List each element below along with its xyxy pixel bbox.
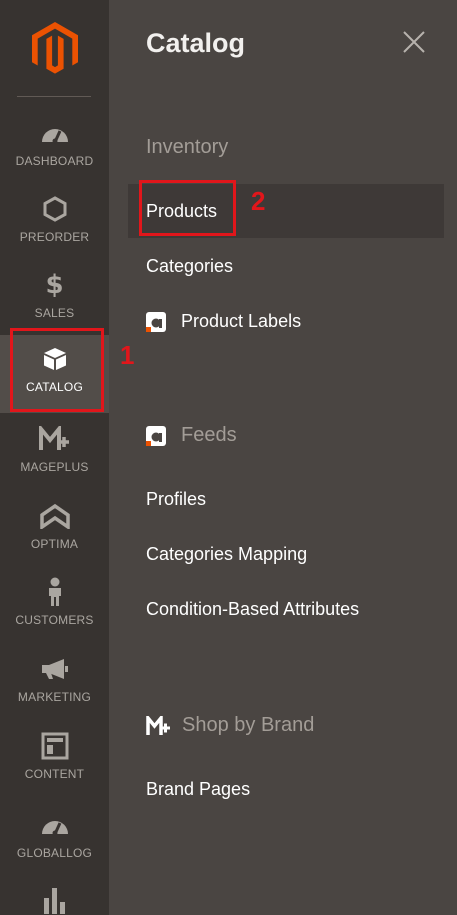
dollar-icon: $ — [45, 270, 64, 300]
nav-label: MAGEPLUS — [20, 460, 89, 474]
highlight-box-catalog — [10, 328, 104, 412]
gauge-icon — [40, 810, 70, 840]
magento-logo[interactable] — [0, 22, 109, 78]
optima-icon — [39, 501, 71, 531]
menu-item-label: Product Labels — [181, 311, 302, 331]
megaphone-icon — [40, 654, 70, 684]
menu-item-brand-pages[interactable]: Brand Pages — [146, 779, 250, 800]
nav-label: SALES — [34, 306, 75, 320]
nav-label: GLOBALLOG — [16, 846, 93, 860]
step-number-2: 2 — [251, 186, 266, 216]
section-title-inventory: Inventory — [146, 136, 229, 158]
nav-label: CUSTOMERS — [15, 613, 94, 627]
mageplus-icon — [146, 715, 170, 735]
nav-item-customers[interactable]: CUSTOMERS — [0, 573, 109, 643]
nav-item-optima[interactable]: OPTIMA — [0, 497, 109, 567]
gauge-icon — [40, 118, 70, 148]
close-icon — [403, 31, 425, 53]
nav-item-marketing[interactable]: MARKETING — [0, 650, 109, 720]
close-button[interactable] — [402, 30, 426, 54]
hexagon-icon — [43, 194, 67, 224]
highlight-box-products — [139, 180, 236, 236]
menu-item-condition-based-attributes[interactable]: Condition-Based Attributes — [146, 599, 359, 620]
mageplus-icon — [38, 424, 71, 454]
nav-label: DASHBOARD — [15, 154, 94, 168]
nav-item-globallog[interactable]: GLOBALLOG — [0, 806, 109, 876]
layout-icon — [41, 731, 69, 761]
nav-item-reports[interactable] — [0, 880, 109, 915]
menu-item-categories[interactable]: Categories — [146, 256, 233, 277]
bar-chart-icon — [42, 884, 68, 914]
nav-item-mageplus[interactable]: MAGEPLUS — [0, 420, 109, 490]
nav-label: MARKETING — [17, 690, 92, 704]
nav-item-sales[interactable]: $ SALES — [0, 266, 109, 336]
logo-divider — [17, 96, 91, 97]
nav-item-dashboard[interactable]: DASHBOARD — [0, 114, 109, 184]
magento-logo-icon — [31, 22, 78, 74]
nav-item-content[interactable]: CONTENT — [0, 727, 109, 797]
nav-label: PREORDER — [19, 230, 90, 244]
menu-item-profiles[interactable]: Profiles — [146, 489, 206, 510]
nav-label: OPTIMA — [30, 537, 79, 551]
admin-nav-rail: DASHBOARD PREORDER $ SALES CATALOG MAGEP… — [0, 0, 109, 915]
nav-label: CONTENT — [24, 767, 85, 781]
amasty-logo-icon — [146, 425, 166, 446]
section-title-label: Shop by Brand — [182, 714, 315, 736]
section-title-shop-by-brand: Shop by Brand — [146, 714, 314, 737]
section-title-label: Feeds — [181, 424, 237, 446]
section-title-feeds: Feeds — [146, 424, 237, 447]
catalog-flyout-panel: Catalog Inventory Products Categories Pr… — [109, 0, 457, 915]
menu-item-categories-mapping[interactable]: Categories Mapping — [146, 544, 307, 565]
person-icon — [45, 577, 65, 607]
nav-item-preorder[interactable]: PREORDER — [0, 190, 109, 260]
panel-title: Catalog — [146, 28, 246, 58]
amasty-logo-icon — [146, 311, 166, 332]
step-number-1: 1 — [120, 340, 135, 370]
menu-item-product-labels[interactable]: Product Labels — [146, 311, 301, 332]
